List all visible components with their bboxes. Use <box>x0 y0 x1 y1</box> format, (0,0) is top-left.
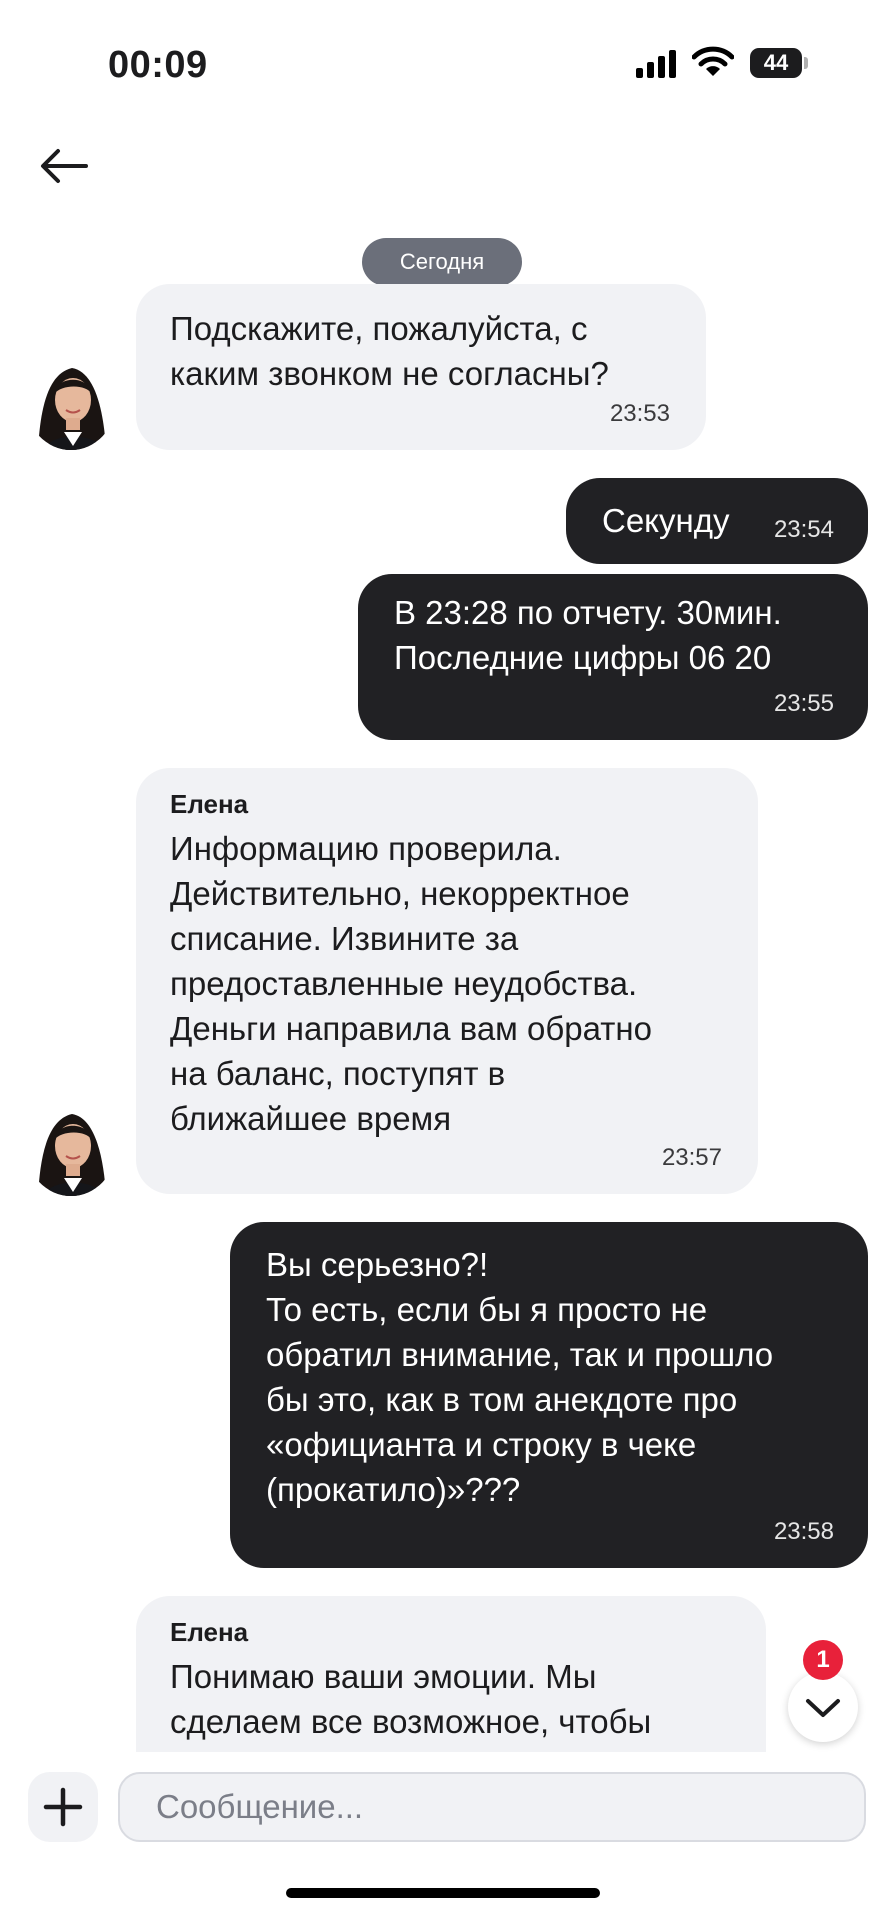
battery-tip <box>804 57 808 69</box>
home-indicator <box>286 1888 600 1898</box>
message-bubble-outgoing[interactable]: Вы серьезно?! То есть, если бы я просто … <box>230 1222 868 1568</box>
message-bubble-outgoing[interactable]: В 23:28 по отчету. 30мин. Последние цифр… <box>358 574 868 740</box>
wifi-icon <box>692 46 734 76</box>
message-text: Понимаю ваши эмоции. Мы сделаем все возм… <box>170 1658 652 1740</box>
message-time: 23:55 <box>773 690 834 717</box>
message-time: 23:57 <box>661 1144 722 1171</box>
message-input[interactable]: Сообщение... <box>118 1772 866 1842</box>
message-time: 23:58 <box>773 1518 834 1545</box>
battery-icon: 44 <box>750 48 802 78</box>
message-bubble-incoming[interactable]: Елена Понимаю ваши эмоции. Мы сделаем вс… <box>136 1596 766 1752</box>
status-time: 00:09 <box>108 44 208 86</box>
message-bubble-incoming[interactable]: Подскажите, пожалуйста, с каким звонком … <box>136 284 706 450</box>
agent-avatar <box>26 354 116 450</box>
message-time: 23:53 <box>609 400 670 427</box>
date-chip: Сегодня <box>362 238 522 286</box>
plus-icon <box>43 1787 83 1827</box>
scroll-down-button[interactable] <box>788 1672 858 1742</box>
back-arrow-icon[interactable] <box>38 146 90 186</box>
message-text: Информацию проверила. Действительно, нек… <box>170 830 652 1137</box>
message-time: 23:54 <box>773 516 834 543</box>
agent-avatar <box>26 1100 116 1196</box>
message-bubble-outgoing[interactable]: Секунду 23:54 <box>566 478 868 564</box>
attach-button[interactable] <box>28 1772 98 1842</box>
unread-badge: 1 <box>803 1640 843 1680</box>
cellular-signal-icon <box>636 50 678 78</box>
message-text: Вы серьезно?! То есть, если бы я просто … <box>266 1246 774 1508</box>
sender-name: Елена <box>170 789 249 819</box>
message-text: В 23:28 по отчету. 30мин. Последние цифр… <box>394 594 782 676</box>
message-text: Подскажите, пожалуйста, с каким звонком … <box>170 310 609 392</box>
message-bubble-incoming[interactable]: Елена Информацию проверила. Действительн… <box>136 768 758 1194</box>
chevron-down-icon <box>806 1699 840 1717</box>
sender-name: Елена <box>170 1617 249 1647</box>
